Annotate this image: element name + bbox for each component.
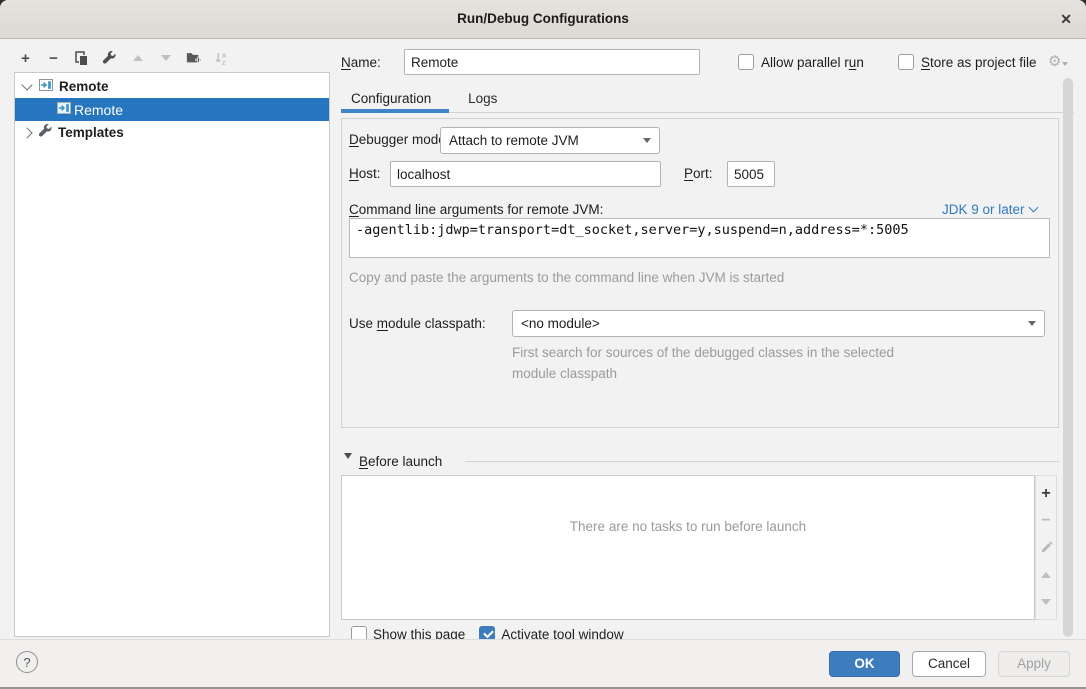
activate-tool-window-checkbox[interactable] <box>479 626 495 640</box>
tab-divider <box>341 112 1074 113</box>
tree-item-label: Remote <box>74 102 123 118</box>
command-line-hint: Copy and paste the arguments to the comm… <box>349 270 784 285</box>
chevron-down-icon <box>1028 203 1038 213</box>
before-launch-label[interactable]: Before launch <box>359 454 442 469</box>
jdk-version-link[interactable]: JDK 9 or later <box>942 202 1037 217</box>
tree-item-remote-selected[interactable]: Remote <box>15 98 329 121</box>
module-hint-line1: First search for sources of the debugged… <box>512 345 894 360</box>
sort-alphabetically-icon: az <box>214 50 229 66</box>
store-as-project-file-checkbox[interactable] <box>898 54 914 70</box>
close-icon[interactable]: ✕ <box>1060 0 1072 38</box>
chevron-down-icon <box>1028 321 1036 326</box>
allow-parallel-run-checkbox[interactable] <box>738 54 754 70</box>
store-options-gear-icon[interactable]: ⚙ <box>1048 52 1068 70</box>
port-input[interactable] <box>727 161 775 187</box>
name-label: Name: <box>341 55 381 70</box>
remove-task-icon: − <box>1036 507 1056 534</box>
show-this-page-label[interactable]: Show this page <box>373 627 465 641</box>
edit-templates-icon[interactable] <box>102 50 117 66</box>
activate-tool-window-label[interactable]: Activate tool window <box>501 627 623 641</box>
chevron-down-icon <box>643 138 651 143</box>
help-icon[interactable]: ? <box>16 651 38 673</box>
move-down-icon <box>158 50 173 66</box>
remove-configuration-icon[interactable]: − <box>46 50 61 66</box>
before-launch-task-list[interactable]: There are no tasks to run before launch <box>341 475 1035 620</box>
page-options-row: Show this page Activate tool window <box>351 626 911 640</box>
add-configuration-icon[interactable]: + <box>18 50 33 66</box>
chevron-right-icon[interactable] <box>21 127 32 138</box>
wrench-icon <box>38 124 53 142</box>
move-task-down-icon <box>1036 588 1056 615</box>
command-line-args-label: Command line arguments for remote JVM: <box>349 202 603 217</box>
move-task-up-icon <box>1036 561 1056 588</box>
before-launch-collapse-icon[interactable] <box>344 459 352 474</box>
copy-configuration-icon[interactable] <box>74 50 89 66</box>
dialog-footer: ? OK Cancel Apply <box>0 639 1086 689</box>
svg-text:a: a <box>222 52 226 59</box>
command-line-args-textarea[interactable]: -agentlib:jdwp=transport=dt_socket,serve… <box>349 218 1050 258</box>
host-label: Host: <box>349 166 381 181</box>
store-as-project-file-label[interactable]: Store as project file <box>921 55 1037 70</box>
new-folder-icon[interactable] <box>186 50 201 66</box>
port-label: Port: <box>684 166 713 181</box>
module-hint-line2: module classpath <box>512 366 617 381</box>
module-classpath-label: Use module classpath: <box>349 316 486 331</box>
tree-group-label: Remote <box>59 79 109 94</box>
tree-group-label: Templates <box>58 125 124 140</box>
ok-button[interactable]: OK <box>829 651 900 677</box>
task-list-toolbar: + − <box>1035 475 1057 620</box>
tab-configuration[interactable]: Configuration <box>341 87 441 111</box>
before-launch-separator <box>465 461 1059 462</box>
name-input[interactable] <box>404 49 700 75</box>
remote-config-icon <box>56 100 72 119</box>
tree-group-templates[interactable]: Templates <box>15 121 329 144</box>
tab-bar: Configuration Logs <box>341 87 507 111</box>
allow-parallel-run-label[interactable]: Allow parallel run <box>761 55 864 70</box>
run-debug-configurations-dialog: Run/Debug Configurations ✕ + − az Remote <box>0 0 1086 689</box>
apply-button: Apply <box>998 651 1070 677</box>
svg-text:z: z <box>222 60 226 66</box>
chevron-down-icon[interactable] <box>21 79 32 90</box>
move-up-icon <box>130 50 145 66</box>
titlebar: Run/Debug Configurations ✕ <box>0 0 1086 39</box>
remote-config-icon <box>38 77 54 96</box>
vertical-scrollbar[interactable] <box>1063 78 1073 637</box>
configurations-tree: Remote Remote Templates <box>14 72 330 637</box>
debugger-mode-select[interactable]: Attach to remote JVM <box>440 127 660 154</box>
cancel-button[interactable]: Cancel <box>912 651 986 677</box>
edit-task-icon <box>1036 534 1056 561</box>
show-this-page-checkbox[interactable] <box>351 626 367 640</box>
tree-group-remote[interactable]: Remote <box>15 73 329 98</box>
dialog-title: Run/Debug Configurations <box>0 0 1086 38</box>
debugger-mode-label: Debugger mode: <box>349 132 450 147</box>
tab-logs[interactable]: Logs <box>458 87 507 111</box>
host-input[interactable] <box>390 161 661 187</box>
add-task-icon[interactable]: + <box>1036 480 1056 507</box>
configurations-toolbar: + − az <box>18 48 229 68</box>
empty-tasks-message: There are no tasks to run before launch <box>342 519 1034 534</box>
active-tab-underline <box>341 109 449 113</box>
module-classpath-select[interactable]: <no module> <box>512 310 1045 337</box>
